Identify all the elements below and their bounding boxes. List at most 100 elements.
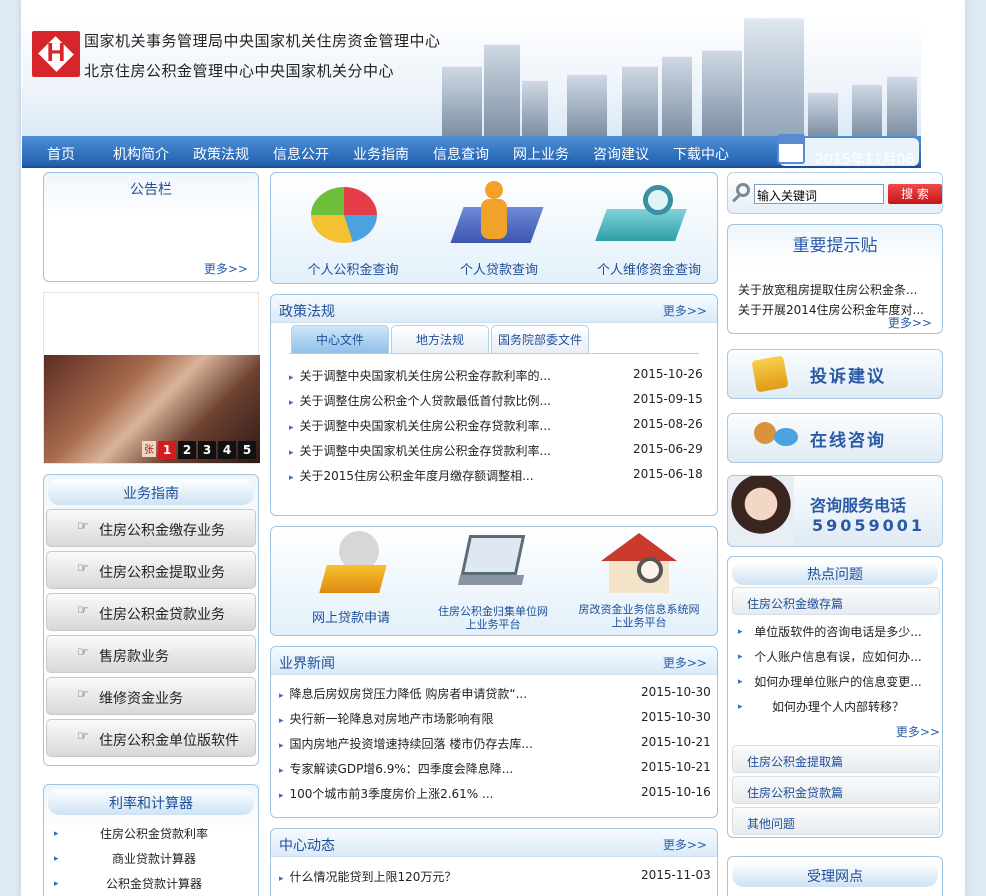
guide-sales-fund-button[interactable]: ☞ 售房款业务: [46, 635, 256, 673]
list-item[interactable]: ▸ 个人账户信息有误，应如何办...: [738, 648, 938, 662]
laptop-icon[interactable]: [457, 529, 537, 599]
nav-item-advice[interactable]: 咨询建议: [593, 144, 649, 164]
list-item[interactable]: ▸ 100个城市前3季度房价上涨2.61% ...: [279, 785, 549, 802]
calendar-icon: SUN: [777, 134, 805, 164]
hotline-panel: 咨询服务电话 59059001: [727, 475, 943, 547]
nav-item-policy[interactable]: 政策法规: [193, 144, 249, 164]
online-services-panel: 网上贷款申请 住房公积金归集单位网上业务平台 房改资金业务信息系统网上业务平台: [270, 526, 718, 636]
nav-item-disclosure[interactable]: 信息公开: [273, 144, 329, 164]
guide-loan-button[interactable]: ☞ 住房公积金贷款业务: [46, 593, 256, 631]
hot-cat-withdraw[interactable]: 住房公积金提取篇: [732, 745, 940, 773]
hotline-number: 59059001: [812, 516, 926, 535]
online-loan-apply[interactable]: 网上贷款申请: [291, 607, 411, 626]
list-item[interactable]: ▸ 专家解读GDP增6.9%：四季度会降息降...: [279, 760, 549, 777]
person-book-icon[interactable]: [450, 181, 544, 251]
personal-loan-query[interactable]: 个人贷款查询: [437, 259, 561, 278]
list-item[interactable]: ▸ 央行新一轮降息对房地产市场影响有限: [279, 710, 549, 727]
books-icon[interactable]: [319, 531, 387, 597]
search-icon: [732, 183, 752, 203]
guide-title: 业务指南: [123, 486, 179, 502]
tips-more-link[interactable]: 更多>>: [888, 314, 932, 331]
hot-cat-other[interactable]: 其他问题: [732, 807, 940, 835]
guide-deposit-button[interactable]: ☞ 住房公积金缴存业务: [46, 509, 256, 547]
business-guide: 业务指南 ☞ 住房公积金缴存业务 ☞ 住房公积金提取业务 ☞ 住房公积金贷款业务 ☞ 售…: [43, 474, 259, 766]
list-item[interactable]: ▸ 关于调整住房公积金个人贷款最低首付款比例...: [289, 392, 559, 409]
rate-title: 利率和计算器: [109, 796, 193, 812]
fund-calc-link[interactable]: ▸ 公积金贷款计算器: [54, 875, 254, 889]
slider-page-5[interactable]: 5: [238, 441, 256, 459]
guide-withdraw-button[interactable]: ☞ 住房公积金提取业务: [46, 551, 256, 589]
hot-more-link[interactable]: 更多>>: [896, 723, 940, 740]
commercial-calc-link[interactable]: ▸ 商业贷款计算器: [54, 850, 254, 864]
center-more-link[interactable]: 更多>>: [663, 836, 707, 853]
hot-cat-deposit[interactable]: 住房公积金缴存篇: [732, 587, 940, 615]
list-item[interactable]: ▸ 降息后房奴房贷压力降低 购房者申请贷款“...: [279, 685, 549, 702]
search-input[interactable]: 输入关键词: [754, 184, 884, 204]
list-item[interactable]: ▸ 关于调整中央国家机关住房公积金存贷款利率...: [289, 417, 559, 434]
current-date: SUN 2015年11月06日: [777, 134, 919, 196]
industry-more-link[interactable]: 更多>>: [663, 654, 707, 671]
nav-item-home[interactable]: 首页: [47, 144, 75, 164]
list-item[interactable]: ▸ 如何办理个人内部转移？: [738, 698, 938, 712]
rate-calculator: 利率和计算器 ▸ 住房公积金贷款利率 ▸ 商业贷款计算器 ▸ 公积金贷款计算器: [43, 784, 259, 896]
person-chat-icon: [754, 422, 776, 444]
rate-link[interactable]: ▸ 住房公积金贷款利率: [54, 825, 254, 839]
list-item[interactable]: ▸ 关于2015住房公积金年度月缴存额调整相...: [289, 467, 559, 484]
maintenance-fund-query[interactable]: 个人维修资金查询: [571, 259, 727, 278]
housing-reform-platform[interactable]: 房改资金业务信息系统网上业务平台: [577, 603, 701, 629]
photo-slider: 张 1 2 3 4 5: [43, 292, 260, 464]
nav-item-guide[interactable]: 业务指南: [353, 144, 409, 164]
list-item[interactable]: ▸ 单位版软件的咨询电话是多少...: [738, 623, 938, 637]
slider-page-1[interactable]: 1: [158, 441, 176, 459]
notice-title: 公告栏: [130, 182, 172, 198]
personal-fund-query[interactable]: 个人公积金查询: [291, 259, 415, 278]
pie-chart-icon[interactable]: [307, 181, 383, 251]
search-button[interactable]: 搜 索: [888, 184, 942, 204]
policy-more-link[interactable]: 更多>>: [663, 302, 707, 319]
query-panel: 个人公积金查询 个人贷款查询 个人维修资金查询: [270, 172, 718, 284]
hand-pointer-icon: ☞: [77, 687, 89, 702]
slider-page-4[interactable]: 4: [218, 441, 236, 459]
magnifier-book-icon[interactable]: [595, 181, 693, 251]
service-agent-photo: [728, 476, 794, 546]
search-bar: 输入关键词 搜 索: [727, 172, 943, 214]
list-item[interactable]: ▸ 什么情况能贷到上限120万元？: [279, 868, 549, 885]
tips-title: 重要提示贴: [792, 236, 878, 256]
hand-pointer-icon: ☞: [77, 603, 89, 618]
list-item[interactable]: ▸ 关于调整中央国家机关住房公积金存贷款利率...: [289, 442, 559, 459]
guide-maintenance-button[interactable]: ☞ 维修资金业务: [46, 677, 256, 715]
envelope-icon: [751, 355, 789, 393]
tab-local-regulations[interactable]: 地方法规: [391, 325, 489, 353]
hand-pointer-icon: ☞: [77, 561, 89, 576]
policy-panel: 政策法规 更多>> 中心文件 地方法规 国务院部委文件 ▸ 关于调整中央国家机关住…: [270, 294, 718, 516]
tab-ministry-documents[interactable]: 国务院部委文件: [491, 325, 589, 353]
nav-item-query[interactable]: 信息查询: [433, 144, 489, 164]
online-consult-button[interactable]: 在线咨询: [727, 413, 943, 463]
hot-questions: 热点问题 住房公积金缴存篇 ▸ 单位版软件的咨询电话是多少... ▸ 个人账户信息有…: [727, 556, 943, 838]
hand-pointer-icon: ☞: [77, 729, 89, 744]
nav-item-about[interactable]: 机构简介: [113, 144, 169, 164]
guide-unit-software-button[interactable]: ☞ 住房公积金单位版软件: [46, 719, 256, 757]
tab-center-documents[interactable]: 中心文件: [291, 325, 389, 353]
hot-cat-loan[interactable]: 住房公积金贷款篇: [732, 776, 940, 804]
list-item[interactable]: 关于放宽租房提取住房公积金条...: [738, 281, 938, 298]
hotline-label: 咨询服务电话: [810, 496, 907, 515]
industry-news-panel: 业界新闻 更多>> ▸ 降息后房奴房贷压力降低 购房者申请贷款“... 2015-…: [270, 646, 718, 818]
site-header: H 国家机关事务管理局中央国家机关住房资金管理中心 北京住房公积金管理中心中央国…: [22, 14, 921, 136]
list-item[interactable]: ▸ 如何办理单位账户的信息变更...: [738, 673, 938, 687]
main-nav: 首页 机构简介 政策法规 信息公开 业务指南 信息查询 网上业务 咨询建议 下载…: [22, 134, 921, 196]
slider-page-3[interactable]: 3: [198, 441, 216, 459]
complaint-button[interactable]: 投诉建议: [727, 349, 943, 399]
center-news-panel: 中心动态 更多>> ▸ 什么情况能贷到上限120万元？ 2015-11-03: [270, 828, 718, 896]
list-item[interactable]: ▸ 关于调整中央国家机关住房公积金存款利率的...: [289, 367, 559, 384]
list-item[interactable]: ▸ 国内房地产投资增速持续回落 楼市仍存去库...: [279, 735, 549, 752]
slider-page-2[interactable]: 2: [178, 441, 196, 459]
industry-news-title: 业界新闻: [279, 656, 335, 672]
house-magnifier-icon[interactable]: [597, 527, 681, 601]
notice-more-link[interactable]: 更多>>: [204, 260, 248, 277]
hot-title: 热点问题: [807, 567, 863, 583]
important-tips: 重要提示贴 关于放宽租房提取住房公积金条... 关于开展2014住房公积金年度对…: [727, 224, 943, 334]
unit-online-platform[interactable]: 住房公积金归集单位网上业务平台: [437, 605, 549, 631]
nav-item-online[interactable]: 网上业务: [513, 144, 569, 164]
nav-item-download[interactable]: 下载中心: [673, 144, 729, 164]
